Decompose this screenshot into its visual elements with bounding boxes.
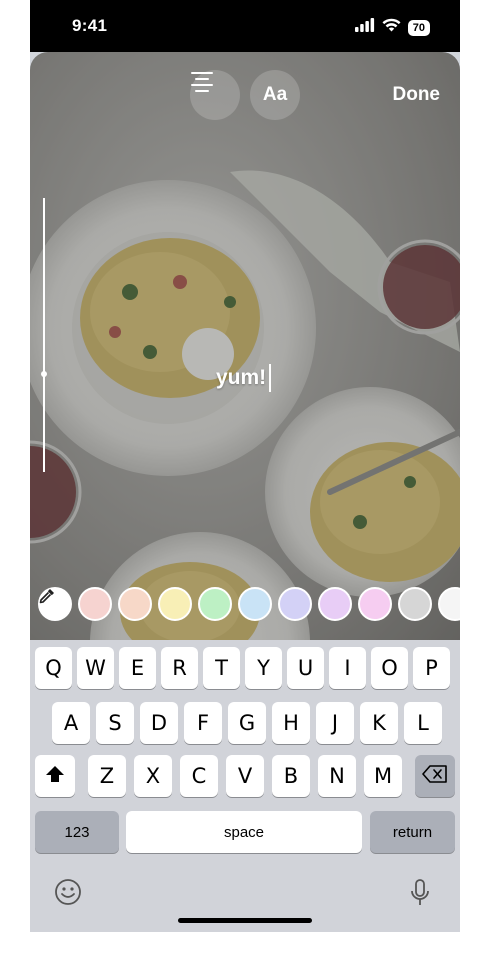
color-swatch[interactable] — [158, 587, 192, 621]
color-swatch[interactable] — [438, 587, 460, 621]
space-key[interactable]: space — [126, 811, 362, 853]
color-swatch[interactable] — [318, 587, 352, 621]
food-photo: Aa Done yum! — [30, 52, 460, 640]
color-swatch[interactable] — [118, 587, 152, 621]
text-overlay[interactable]: yum! — [216, 364, 272, 392]
key-g[interactable]: G — [228, 702, 266, 744]
editor-toolbar: Aa Done — [30, 70, 460, 120]
key-w[interactable]: W — [77, 647, 114, 689]
color-swatch[interactable] — [238, 587, 272, 621]
emoji-smiley-icon — [54, 879, 82, 910]
shift-key[interactable] — [35, 755, 75, 797]
font-style-button[interactable]: Aa — [250, 70, 300, 120]
shift-arrow-icon — [45, 764, 65, 788]
key-q[interactable]: Q — [35, 647, 72, 689]
status-time: 9:41 — [72, 16, 108, 35]
key-p[interactable]: P — [413, 647, 450, 689]
text-cursor — [269, 364, 272, 392]
emoji-button[interactable] — [54, 878, 82, 911]
slider-track — [43, 198, 45, 472]
key-o[interactable]: O — [371, 647, 408, 689]
dictation-button[interactable] — [410, 879, 430, 912]
done-button[interactable]: Done — [393, 84, 441, 106]
key-h[interactable]: H — [272, 702, 310, 744]
wifi-icon — [382, 18, 401, 37]
color-swatch[interactable] — [198, 587, 232, 621]
key-x[interactable]: X — [134, 755, 172, 797]
key-i[interactable]: I — [329, 647, 366, 689]
color-swatch[interactable] — [358, 587, 392, 621]
key-k[interactable]: K — [360, 702, 398, 744]
battery-indicator: 70 — [407, 19, 430, 36]
key-d[interactable]: D — [140, 702, 178, 744]
slider-knob[interactable] — [41, 371, 47, 377]
key-s[interactable]: S — [96, 702, 134, 744]
phone-screen: 9:41 70 Aa Done yum! Q W E R T Y U I O P… — [30, 0, 460, 932]
color-swatch[interactable] — [398, 587, 432, 621]
overlay-text: yum! — [216, 366, 267, 389]
signal-icon — [354, 18, 375, 37]
microphone-icon — [410, 879, 430, 911]
color-palette — [30, 587, 460, 621]
photo-dim-overlay — [30, 52, 460, 640]
key-n[interactable]: N — [318, 755, 356, 797]
key-m[interactable]: M — [364, 755, 402, 797]
key-a[interactable]: A — [52, 702, 90, 744]
key-z[interactable]: Z — [88, 755, 126, 797]
key-t[interactable]: T — [203, 647, 240, 689]
status-icons: 70 — [354, 18, 430, 37]
key-c[interactable]: C — [180, 755, 218, 797]
home-indicator — [178, 918, 312, 923]
key-f[interactable]: F — [184, 702, 222, 744]
key-y[interactable]: Y — [245, 647, 282, 689]
eyedropper-button[interactable] — [38, 587, 72, 621]
key-v[interactable]: V — [226, 755, 264, 797]
key-e[interactable]: E — [119, 647, 156, 689]
backspace-icon — [422, 765, 448, 787]
text-size-slider[interactable] — [41, 198, 47, 472]
numbers-key[interactable]: 123 — [35, 811, 119, 853]
keyboard-bottom-bar — [30, 872, 460, 932]
key-u[interactable]: U — [287, 647, 324, 689]
backspace-key[interactable] — [415, 755, 455, 797]
return-key[interactable]: return — [370, 811, 455, 853]
key-j[interactable]: J — [316, 702, 354, 744]
key-b[interactable]: B — [272, 755, 310, 797]
key-l[interactable]: L — [404, 702, 442, 744]
text-align-button[interactable] — [190, 70, 240, 120]
color-swatch[interactable] — [278, 587, 312, 621]
color-swatch[interactable] — [78, 587, 112, 621]
key-r[interactable]: R — [161, 647, 198, 689]
status-bar: 9:41 70 — [30, 0, 460, 52]
